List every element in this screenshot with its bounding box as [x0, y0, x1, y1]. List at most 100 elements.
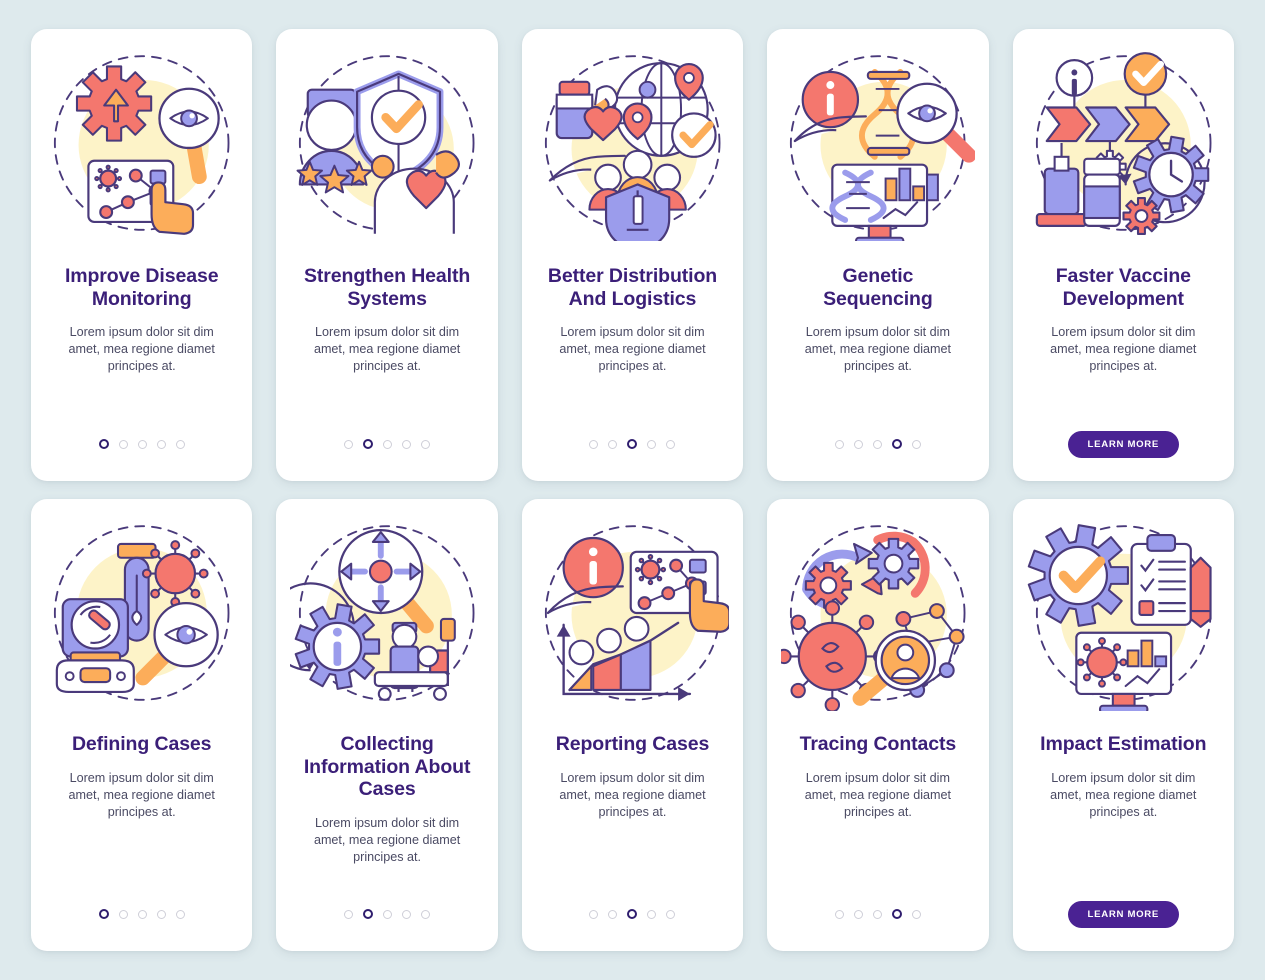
card-title: Genetic Sequencing	[823, 265, 933, 310]
onboarding-card-tracing-contacts: Tracing Contacts Lorem ipsum dolor sit di…	[767, 499, 989, 951]
pagination-dot-2[interactable]	[853, 439, 863, 449]
pagination-dot-5[interactable]	[421, 909, 431, 919]
pagination-dot-5[interactable]	[421, 439, 431, 449]
onboarding-card-strengthen-health-systems: Strengthen Health Systems Lorem ipsum dol…	[276, 29, 498, 481]
pagination-dots	[834, 909, 921, 919]
pagination-dot-3[interactable]	[383, 909, 393, 919]
pagination-dot-3[interactable]	[137, 439, 147, 449]
card-title: Better Distribution And Logistics	[547, 265, 718, 310]
pagination-dots	[834, 439, 921, 449]
card-title: Faster Vaccine Development	[1055, 265, 1191, 310]
pagination-dots	[98, 909, 185, 919]
pagination-dot-4[interactable]	[402, 439, 412, 449]
doctor-shield-check-heart-stars-icon	[290, 39, 483, 247]
magnifier-arrows-gear-info-patient-bed-icon	[290, 509, 483, 717]
card-footer: LEARN MORE	[1027, 421, 1220, 467]
pagination-dot-2[interactable]	[608, 909, 618, 919]
pagination-dot-5[interactable]	[666, 909, 676, 919]
test-tube-virus-microscope-magnifier-icon	[45, 509, 238, 717]
pagination-dot-1[interactable]	[344, 909, 354, 919]
card-text-block: Genetic Sequencing Lorem ipsum dolor sit …	[781, 247, 974, 421]
card-footer	[290, 421, 483, 467]
learn-more-button[interactable]: LEARN MORE	[1067, 900, 1180, 928]
pagination-dot-2[interactable]	[608, 439, 618, 449]
card-title: Defining Cases	[71, 733, 212, 755]
pagination-dot-5[interactable]	[175, 909, 185, 919]
card-description: Lorem ipsum dolor sit dim amet, mea regi…	[1050, 325, 1197, 374]
pagination-dot-2[interactable]	[118, 909, 128, 919]
card-title: Reporting Cases	[555, 733, 710, 755]
pagination-dot-1-active[interactable]	[98, 909, 109, 919]
info-hand-screen-network-people-graph-icon	[536, 509, 730, 717]
card-footer	[781, 421, 974, 467]
pagination-dots	[589, 439, 676, 449]
card-footer	[290, 891, 483, 937]
card-description: Lorem ipsum dolor sit dim amet, mea regi…	[804, 325, 952, 374]
arrows-timeline-syringe-clock-gear-icon	[1027, 39, 1220, 247]
pagination-dot-1[interactable]	[834, 909, 844, 919]
pagination-dot-3[interactable]	[137, 909, 147, 919]
card-text-block: Defining Cases Lorem ipsum dolor sit dim …	[45, 717, 238, 891]
learn-more-button[interactable]: LEARN MORE	[1067, 430, 1180, 458]
onboarding-card-impact-estimation: Impact Estimation Lorem ipsum dolor sit d…	[1012, 499, 1234, 951]
onboarding-card-collecting-information-about-cases: Collecting Information About Cases Lorem …	[276, 499, 498, 951]
card-title: Improve Disease Monitoring	[64, 265, 219, 310]
pagination-dot-5[interactable]	[175, 439, 185, 449]
pagination-dot-2-active[interactable]	[363, 909, 374, 919]
pagination-dots	[589, 909, 676, 919]
pagination-dot-1[interactable]	[589, 439, 599, 449]
pagination-dot-3-active[interactable]	[627, 439, 638, 449]
pagination-dot-4-active[interactable]	[891, 439, 902, 449]
card-description: Lorem ipsum dolor sit dim amet, mea regi…	[68, 770, 215, 819]
card-text-block: Improve Disease Monitoring Lorem ipsum do…	[45, 247, 238, 421]
card-footer	[781, 891, 974, 937]
pagination-dot-1-active[interactable]	[98, 439, 109, 449]
onboarding-screens-board: Improve Disease Monitoring Lorem ipsum do…	[0, 0, 1265, 980]
onboarding-card-defining-cases: Defining Cases Lorem ipsum dolor sit dim …	[31, 499, 253, 951]
card-title: Strengthen Health Systems	[303, 265, 471, 310]
card-footer	[45, 421, 238, 467]
pagination-dot-3[interactable]	[872, 909, 882, 919]
card-description: Lorem ipsum dolor sit dim amet, mea regi…	[1050, 770, 1197, 819]
card-description: Lorem ipsum dolor sit dim amet, mea regi…	[559, 770, 706, 819]
dna-magnifier-eye-monitor-chart-icon	[781, 39, 975, 247]
card-description: Lorem ipsum dolor sit dim amet, mea regi…	[313, 815, 461, 865]
pagination-dot-2[interactable]	[118, 439, 128, 449]
card-text-block: Impact Estimation Lorem ipsum dolor sit d…	[1027, 717, 1220, 891]
pagination-dot-4[interactable]	[402, 909, 412, 919]
onboarding-card-faster-vaccine-development: Faster Vaccine Development Lorem ipsum do…	[1012, 29, 1234, 481]
onboarding-card-better-distribution-and-logistics: Better Distribution And Logistics Lorem i…	[521, 29, 744, 481]
card-text-block: Strengthen Health Systems Lorem ipsum dol…	[290, 247, 483, 421]
pagination-dot-5[interactable]	[911, 439, 921, 449]
card-title: Impact Estimation	[1040, 733, 1207, 755]
pagination-dot-3[interactable]	[872, 439, 882, 449]
pagination-dot-3[interactable]	[383, 439, 393, 449]
pagination-dot-4[interactable]	[156, 909, 166, 919]
card-description: Lorem ipsum dolor sit dim amet, mea regi…	[559, 325, 706, 374]
pagination-dot-4[interactable]	[647, 909, 657, 919]
card-title: Tracing Contacts	[799, 733, 957, 755]
pagination-dot-2[interactable]	[853, 909, 863, 919]
card-text-block: Better Distribution And Logistics Lorem i…	[536, 247, 729, 421]
pagination-dot-1[interactable]	[589, 909, 599, 919]
pagination-dot-3-active[interactable]	[627, 909, 638, 919]
card-text-block: Tracing Contacts Lorem ipsum dolor sit di…	[781, 717, 974, 891]
pagination-dot-4[interactable]	[647, 439, 657, 449]
pagination-dots	[98, 439, 185, 449]
onboarding-card-genetic-sequencing: Genetic Sequencing Lorem ipsum dolor sit …	[767, 29, 989, 481]
onboarding-card-reporting-cases: Reporting Cases Lorem ipsum dolor sit dim…	[521, 499, 744, 951]
card-title: Collecting Information About Cases	[303, 733, 471, 801]
pagination-dot-1[interactable]	[344, 439, 354, 449]
card-text-block: Collecting Information About Cases Lorem …	[290, 717, 483, 891]
pagination-dot-4[interactable]	[156, 439, 166, 449]
pagination-dot-5[interactable]	[911, 909, 921, 919]
card-footer	[536, 421, 729, 467]
pagination-dots	[344, 439, 431, 449]
pagination-dot-5[interactable]	[666, 439, 676, 449]
pagination-dot-4-active[interactable]	[891, 909, 902, 919]
pagination-dot-1[interactable]	[834, 439, 844, 449]
card-description: Lorem ipsum dolor sit dim amet, mea regi…	[68, 325, 215, 374]
pagination-dot-2-active[interactable]	[363, 439, 374, 449]
cycle-gears-virus-magnifier-person-network-icon	[781, 509, 974, 717]
card-footer: LEARN MORE	[1027, 891, 1220, 937]
